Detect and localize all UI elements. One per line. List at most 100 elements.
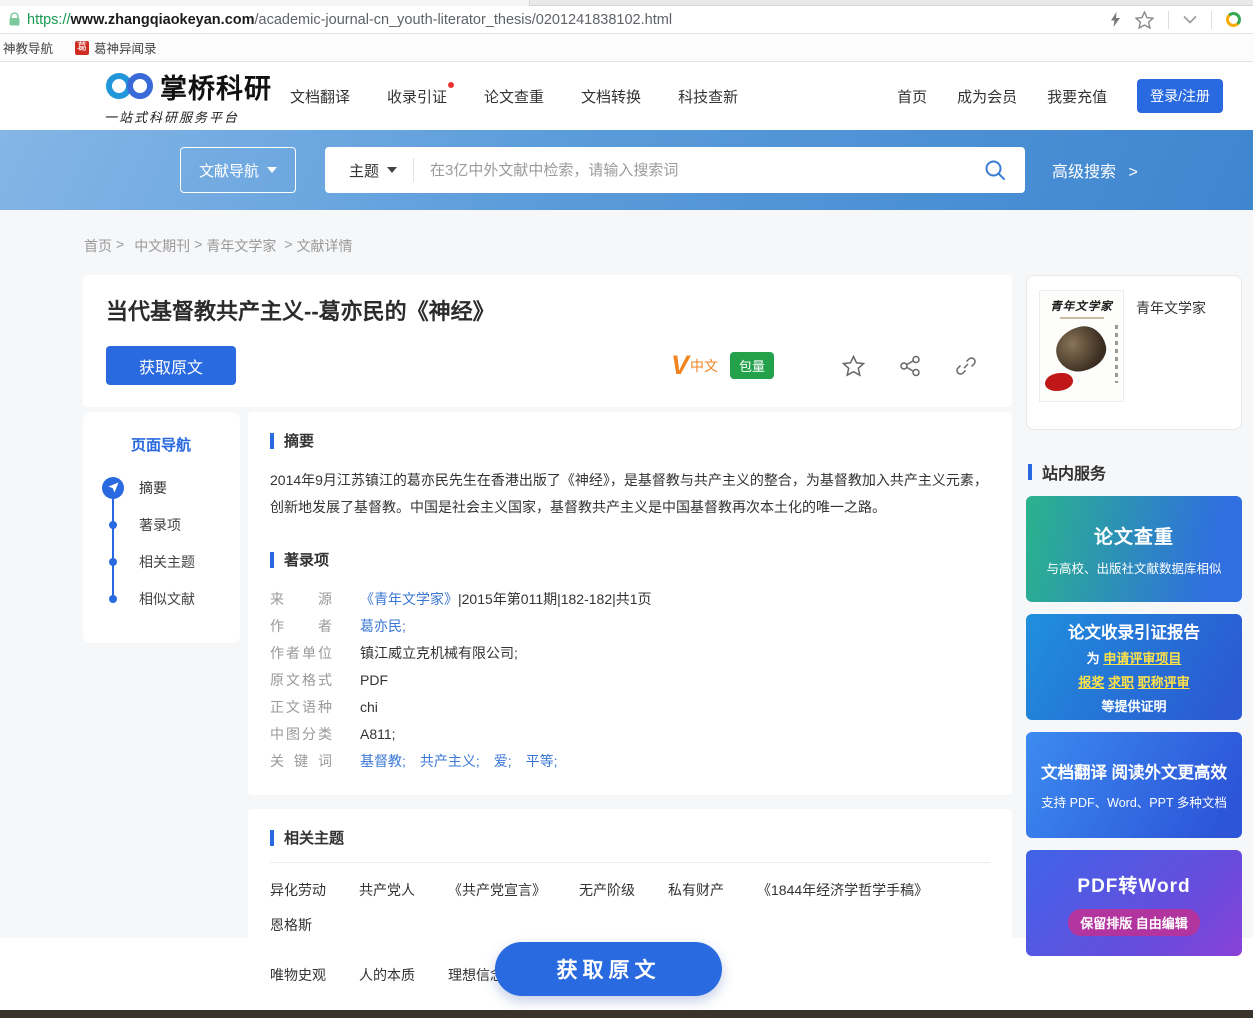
logo-infinity-icon [104,71,156,101]
breadcrumb-journal-name[interactable]: 青年文学家 [206,236,276,256]
url-text[interactable]: https://www.zhangqiaokeyan.com/academic-… [27,12,672,28]
service-link-award[interactable]: 报奖 [1078,675,1104,690]
section-title: 著录项 [284,549,329,570]
page-nav-label: 相似文献 [139,589,195,609]
bottom-edge-bar [0,1010,1253,1018]
topic-link[interactable]: 私有财产 [668,880,724,900]
logo-tagline: 一站式科研服务平台 [104,107,272,126]
breadcrumb: 首页> 中文期刊> 青年文学家> 文献详情 [84,236,1253,256]
browser-address-bar[interactable]: https://www.zhangqiaokeyan.com/academic-… [0,6,1253,34]
nav-plagiarism-check[interactable]: 论文查重 [484,86,544,107]
breadcrumb-home[interactable]: 首页 [84,236,112,256]
ssl-lock-icon[interactable] [8,12,21,27]
page-nav-item-abstract[interactable]: 摘要 [83,469,240,506]
section-bar [1028,464,1032,480]
topic-link[interactable]: 无产阶级 [579,880,635,900]
services-heading: 站内服务 [1028,460,1242,484]
author-link[interactable]: 葛亦民; [360,618,406,634]
login-register-button[interactable]: 登录/注册 [1137,79,1223,113]
topic-link[interactable]: 《共产党宣言》 [448,880,546,900]
record-value: 镇江威立克机械有限公司; [360,640,518,667]
search-field-label: 主题 [349,160,379,181]
service-title: PDF转Word [1077,871,1190,898]
breadcrumb-cn-journal[interactable]: 中文期刊 [134,236,190,256]
topic-link[interactable]: 恩格斯 [270,915,312,935]
floating-get-fulltext-button[interactable]: 获取原文 [495,942,722,996]
service-link-job[interactable]: 求职 [1108,675,1134,690]
service-card-citation-report[interactable]: 论文收录引证报告 为 申请评审项目 报奖 求职 职称评审 等提供证明 [1026,614,1242,720]
page-nav-list: 摘要 著录项 相关主题 相似文献 [83,469,240,617]
service-line-suffix: 等提供证明 [1101,696,1166,715]
language-mark: 中文 [690,356,718,376]
page-nav-label: 著录项 [139,515,181,535]
share-icon[interactable] [899,355,921,377]
copy-link-icon[interactable] [955,355,977,377]
bookmark-item[interactable]: 神教导航 [3,38,53,57]
browser-profile-avatar[interactable] [1226,12,1241,27]
topic-link[interactable]: 共产党人 [359,880,415,900]
url-protocol: https:// [27,12,71,28]
advanced-search-label: 高级搜索 [1052,164,1116,181]
advanced-search-link[interactable]: 高级搜索 > [1052,158,1138,182]
header-right-nav: 首页 成为会员 我要充值 登录/注册 [897,79,1223,113]
journal-cover[interactable]: 青年文学家 [1039,290,1124,402]
section-title: 摘要 [284,430,314,451]
literature-nav-label: 文献导航 [199,160,259,181]
topic-link[interactable]: 人的本质 [359,965,415,985]
record-label: 原文格式 [270,667,332,694]
page-nav-item-related[interactable]: 相关主题 [83,543,240,580]
topic-link[interactable]: 异化劳动 [270,880,326,900]
nav-home[interactable]: 首页 [897,86,927,107]
nav-recharge[interactable]: 我要充值 [1047,86,1107,107]
site-logo[interactable]: 掌桥科研 一站式科研服务平台 [104,67,272,126]
new-badge-dot [448,82,454,88]
nav-label: 文档转换 [581,89,641,106]
cover-side-text [1115,325,1118,383]
keyword-link[interactable]: 爱; [494,748,512,775]
journal-link[interactable]: 《青年文学家》 [360,591,458,607]
nav-citation-report[interactable]: 收录引证 [387,86,447,107]
cover-ink-painting [1052,322,1110,375]
logo-title: 掌桥科研 [160,67,272,106]
section-bar [270,830,274,846]
search-button[interactable] [965,158,1025,182]
search-field-select[interactable]: 主题 [325,160,413,181]
record-row-language: 正文语种 chi [270,694,990,721]
nav-tech-novelty[interactable]: 科技查新 [678,86,738,107]
topic-link[interactable]: 唯物史观 [270,965,326,985]
nav-doc-convert[interactable]: 文档转换 [581,86,641,107]
keyword-link[interactable]: 平等; [526,748,558,775]
page-nav-item-record[interactable]: 著录项 [83,506,240,543]
journal-name[interactable]: 青年文学家 [1136,298,1206,415]
service-link-review-project[interactable]: 申请评审项目 [1103,651,1181,666]
nav-label: 收录引证 [387,89,447,106]
literature-nav-button[interactable]: 文献导航 [180,147,296,193]
get-fulltext-button[interactable]: 获取原文 [106,346,236,385]
service-card-doc-translate[interactable]: 文档翻译 阅读外文更高效 支持 PDF、Word、PPT 多种文档 [1026,732,1242,838]
search-input[interactable] [414,162,965,179]
section-title: 相关主题 [284,827,344,848]
bookmark-item[interactable]: 葛 葛神异闻录 [75,38,157,57]
service-text: 为 [1087,651,1100,666]
record-value: A811; [360,721,396,748]
checkmark-v-icon: V [671,352,689,379]
service-card-pdf-to-word[interactable]: PDF转Word 保留排版 自由编辑 [1026,850,1242,956]
nav-doc-translate[interactable]: 文档翻译 [290,86,350,107]
breadcrumb-separator: > [194,236,202,256]
chevron-down-icon[interactable] [1183,15,1197,24]
service-card-plagiarism-check[interactable]: 论文查重 与高校、出版社文献数据库相似 [1026,496,1242,602]
bookmark-star-icon[interactable] [1135,11,1154,29]
breadcrumb-current: 文献详情 [297,236,353,256]
page-nav-item-similar[interactable]: 相似文献 [83,580,240,617]
page-background: 首页> 中文期刊> 青年文学家> 文献详情 当代基督教共产主义--葛亦民的《神经… [0,210,1253,938]
keyword-link[interactable]: 基督教; [360,748,406,775]
record-row-keywords: 关键词 基督教; 共产主义; 爱; 平等; [270,748,990,775]
keyword-link[interactable]: 共产主义; [420,748,480,775]
service-link-title-review[interactable]: 职称评审 [1138,675,1190,690]
record-row-affiliation: 作者单位 镇江威立克机械有限公司; [270,640,990,667]
lightning-icon[interactable] [1110,12,1121,27]
nav-become-member[interactable]: 成为会员 [957,86,1017,107]
favorite-star-icon[interactable] [842,355,865,377]
timeline-dot-icon [109,595,117,603]
topic-link[interactable]: 《1844年经济学哲学手稿》 [757,880,928,900]
